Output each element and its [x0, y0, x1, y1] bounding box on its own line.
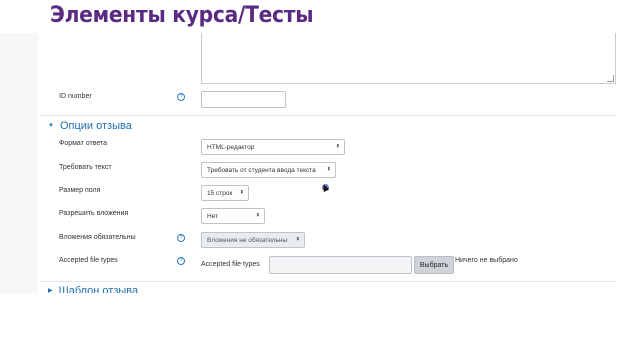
response-format-select[interactable]: HTML-редактор ⬍: [201, 139, 345, 155]
section-heading-text: Шаблон отзыва: [58, 285, 139, 293]
up-down-caret-icon: ⬍: [326, 166, 331, 173]
help-icon[interactable]: ?: [177, 257, 185, 265]
description-textarea[interactable]: [201, 33, 616, 84]
attachments-required-select[interactable]: Вложения не обязательны ⬍: [201, 232, 305, 248]
triangle-right-icon: ▶: [48, 288, 53, 293]
divider: [40, 115, 616, 116]
resize-handle-icon[interactable]: [607, 75, 614, 82]
field-size-value: 15 строк: [207, 189, 233, 197]
up-down-caret-icon: ⬍: [255, 212, 260, 219]
up-down-caret-icon: ⬍: [335, 143, 340, 150]
allow-attachments-label: Разрешить вложения: [59, 210, 129, 217]
up-down-caret-icon: ⬍: [239, 189, 244, 196]
response-format-value: HTML-редактор: [207, 143, 255, 151]
field-size-select[interactable]: 15 строк ⬍: [201, 185, 249, 201]
accepted-file-types-input[interactable]: [269, 256, 412, 274]
id-number-input[interactable]: [201, 91, 286, 108]
response-format-label: Формат ответа: [59, 140, 108, 147]
section-feedback-template[interactable]: ▶ Шаблон отзыва: [48, 285, 138, 293]
slide-title: Элементы курса/Тесты: [50, 3, 314, 28]
section-feedback-options[interactable]: ▼ Опции отзыва: [48, 120, 132, 132]
choose-button[interactable]: Выбрать: [414, 256, 454, 274]
field-size-label: Размер поля: [59, 187, 101, 194]
help-icon[interactable]: ?: [177, 93, 185, 101]
triangle-down-icon: ▼: [48, 123, 54, 129]
accepted-file-types-label: Accepted file types: [59, 257, 118, 264]
require-text-select[interactable]: Требовать от студента ввода текста ⬍: [201, 162, 336, 178]
attachments-required-value: Вложения не обязательны: [207, 236, 288, 244]
require-text-label: Требовать текст: [59, 164, 112, 171]
help-icon[interactable]: ?: [177, 234, 185, 242]
allow-attachments-select[interactable]: Нет ⬍: [201, 208, 265, 224]
id-number-label: ID number: [59, 93, 92, 100]
left-margin: [0, 33, 38, 293]
file-status-text: Ничего не выбрано: [455, 257, 518, 264]
settings-form: ID number ? ▼ Опции отзыва Формат ответа …: [38, 33, 622, 293]
divider: [40, 281, 616, 282]
up-down-caret-icon: ⬍: [295, 236, 300, 243]
section-heading-text: Опции отзыва: [59, 120, 132, 132]
accepted-file-types-inline-label: Accepted file types: [201, 261, 260, 268]
allow-attachments-value: Нет: [207, 212, 219, 220]
attachments-required-label: Вложения обязательны: [59, 234, 136, 241]
require-text-value: Требовать от студента ввода текста: [207, 166, 316, 174]
